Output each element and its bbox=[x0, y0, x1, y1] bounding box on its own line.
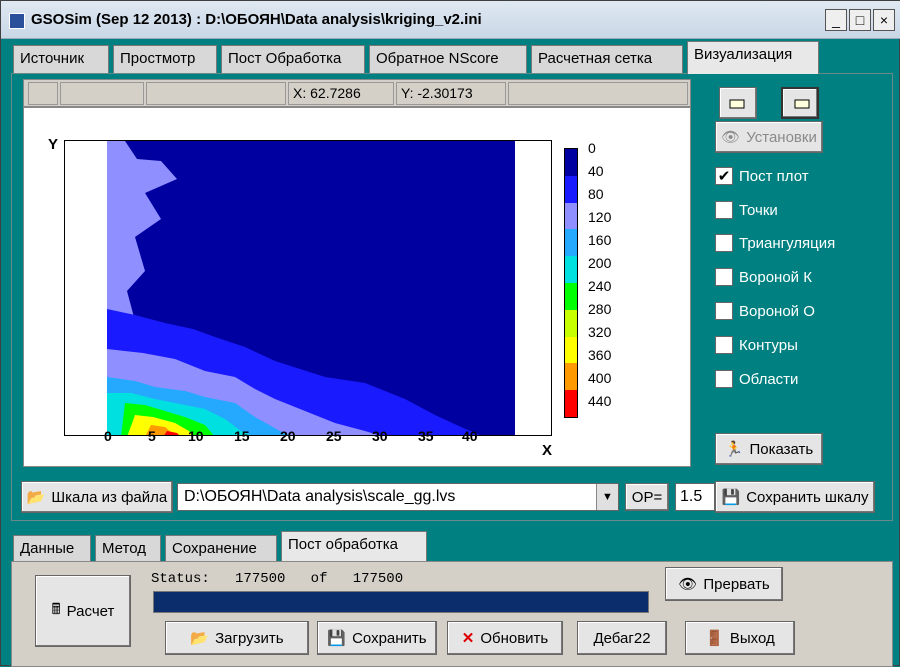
progress-fill bbox=[154, 592, 648, 612]
refresh-button[interactable]: ✕ Обновить bbox=[447, 621, 563, 655]
folder-icon: 📂 bbox=[190, 630, 210, 647]
colorbar-label: 280 bbox=[588, 301, 612, 317]
colorbar-label: 440 bbox=[588, 393, 612, 409]
load-button[interactable]: 📂 Загрузить bbox=[165, 621, 309, 655]
folder-icon: 📂 bbox=[26, 489, 46, 506]
kriging-map-svg bbox=[107, 141, 515, 435]
tab-grid[interactable]: Расчетная сетка bbox=[531, 45, 683, 73]
x-tick: 15 bbox=[234, 428, 250, 444]
x-tick: 20 bbox=[280, 428, 296, 444]
window-title: GSOSim (Sep 12 2013) : D:\ОБОЯН\Data ana… bbox=[31, 11, 482, 28]
pointer-right-button[interactable] bbox=[781, 87, 819, 119]
checkbox-voronoi-o[interactable]: Вороной О bbox=[715, 302, 815, 320]
op-value-input[interactable]: 1.5 bbox=[675, 483, 715, 511]
checkbox-post-plot[interactable]: ✔ Пост плот bbox=[715, 167, 809, 185]
chevron-down-icon[interactable]: ▼ bbox=[596, 484, 618, 510]
debug-button[interactable]: Дебаг22 bbox=[577, 621, 667, 655]
checkbox-triangulation[interactable]: Триангуляция bbox=[715, 234, 835, 252]
save-button[interactable]: 💾 Сохранить bbox=[317, 621, 437, 655]
tab-view[interactable]: Простмотр bbox=[113, 45, 217, 73]
y-coordinate: Y: -2.30173 bbox=[396, 82, 506, 105]
x-tick: 40 bbox=[462, 428, 478, 444]
interrupt-button[interactable]: 👁 Прервать bbox=[665, 567, 783, 601]
op-button[interactable]: ОР= bbox=[625, 483, 669, 511]
scale-path-select[interactable]: D:\ОБОЯН\Data analysis\scale_gg.lvs ▼ bbox=[177, 483, 619, 511]
door-icon: 🚪 bbox=[705, 630, 724, 647]
x-tick: 5 bbox=[148, 428, 156, 444]
x-tick: 0 bbox=[104, 428, 112, 444]
floppy-icon: 💾 bbox=[327, 630, 347, 647]
tab-saving[interactable]: Сохранение bbox=[165, 535, 277, 563]
tab-visualization[interactable]: Визуализация bbox=[687, 41, 819, 74]
checkbox-box[interactable] bbox=[715, 201, 733, 219]
y-axis-label: Y bbox=[48, 136, 59, 153]
colorbar-label: 320 bbox=[588, 324, 612, 340]
tab-data[interactable]: Данные bbox=[13, 535, 91, 563]
tab-source[interactable]: Источник bbox=[13, 45, 109, 73]
checkbox-points[interactable]: Точки bbox=[715, 201, 778, 219]
main-window: GSOSim (Sep 12 2013) : D:\ОБОЯН\Data ana… bbox=[0, 0, 900, 667]
close-button[interactable]: × bbox=[873, 9, 895, 31]
kriging-map bbox=[64, 140, 552, 436]
checkbox-box[interactable]: ✔ bbox=[715, 167, 733, 185]
app-icon bbox=[9, 13, 25, 29]
minimize-button[interactable]: _ bbox=[825, 9, 847, 31]
save-scale-button[interactable]: 💾 Сохранить шкалу bbox=[715, 481, 875, 513]
x-icon: ✕ bbox=[461, 630, 475, 647]
tab-post-processing-bottom[interactable]: Пост обработка bbox=[281, 531, 427, 564]
checkbox-box[interactable] bbox=[715, 234, 733, 252]
x-tick: 10 bbox=[188, 428, 204, 444]
tab-back-nscore[interactable]: Обратное NScore bbox=[369, 45, 527, 73]
checkbox-box[interactable] bbox=[715, 370, 733, 388]
colorbar-label: 40 bbox=[588, 163, 604, 179]
colorbar-label: 360 bbox=[588, 347, 612, 363]
eye-icon: 👁 bbox=[678, 576, 698, 593]
save-scale-icon: 💾 bbox=[721, 489, 741, 506]
x-tick: 35 bbox=[418, 428, 434, 444]
colorbar-label: 400 bbox=[588, 370, 612, 386]
status-line: Status: 177500 of 177500 bbox=[151, 571, 404, 587]
run-icon: 🏃 bbox=[724, 441, 744, 458]
checkbox-areas[interactable]: Области bbox=[715, 370, 798, 388]
checkbox-box[interactable] bbox=[715, 302, 733, 320]
checkbox-voronoi-k[interactable]: Вороной К bbox=[715, 268, 812, 286]
eye-icon: 👁 bbox=[721, 129, 741, 146]
pointer-left-button[interactable] bbox=[719, 87, 757, 119]
colorbar-label: 0 bbox=[588, 140, 596, 156]
colorbar-label: 120 bbox=[588, 209, 612, 225]
x-tick: 25 bbox=[326, 428, 342, 444]
colorbar-label: 160 bbox=[588, 232, 612, 248]
colorbar-label: 240 bbox=[588, 278, 612, 294]
checkbox-box[interactable] bbox=[715, 268, 733, 286]
calculator-icon: 🖩 bbox=[51, 600, 61, 618]
plot-area: Y X 0 5 10 15 20 25 30 35 40 0 40 80 120… bbox=[23, 107, 691, 467]
settings-button[interactable]: 👁 Установки bbox=[715, 121, 823, 153]
maximize-button[interactable]: □ bbox=[849, 9, 871, 31]
colorbar-label: 200 bbox=[588, 255, 612, 271]
x-coordinate: X: 62.7286 bbox=[288, 82, 394, 105]
calc-button[interactable]: 🖩 Расчет bbox=[35, 575, 131, 647]
exit-button[interactable]: 🚪 Выход bbox=[685, 621, 795, 655]
tab-post-processing[interactable]: Пост Обработка bbox=[221, 45, 365, 73]
show-button[interactable]: 🏃 Показать bbox=[715, 433, 823, 465]
checkbox-box[interactable] bbox=[715, 336, 733, 354]
hand-left-icon bbox=[729, 99, 745, 109]
title-bar: GSOSim (Sep 12 2013) : D:\ОБОЯН\Data ana… bbox=[1, 1, 900, 39]
x-tick: 30 bbox=[372, 428, 388, 444]
coordinate-bar: X: 62.7286 Y: -2.30173 bbox=[23, 79, 691, 107]
colorbar bbox=[564, 148, 578, 418]
x-axis-label: X bbox=[542, 442, 553, 459]
hand-right-icon bbox=[794, 99, 810, 109]
tab-method[interactable]: Метод bbox=[95, 535, 161, 563]
progress-bar bbox=[153, 591, 649, 613]
scale-from-file-button[interactable]: 📂 Шкала из файла bbox=[21, 481, 173, 513]
colorbar-label: 80 bbox=[588, 186, 604, 202]
checkbox-contours[interactable]: Контуры bbox=[715, 336, 798, 354]
